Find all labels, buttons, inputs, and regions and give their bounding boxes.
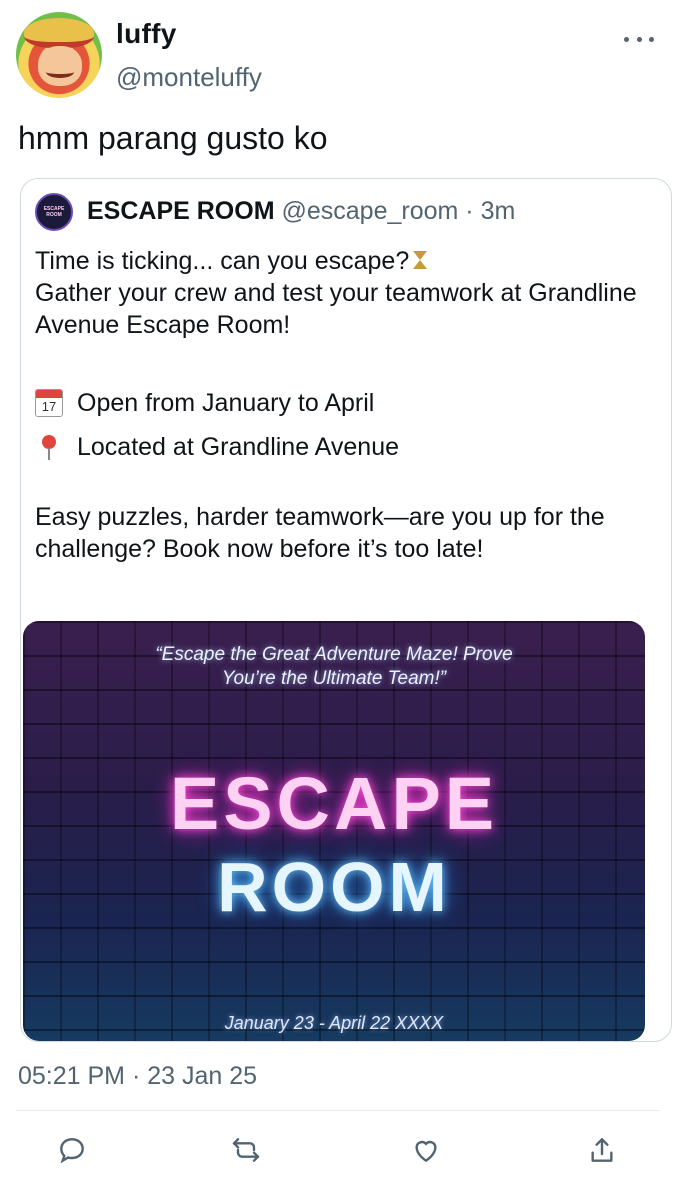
calendar-icon-number: 17 [41, 399, 57, 414]
poster-tagline-2: You’re the Ultimate Team!” [221, 668, 447, 689]
avatar-smile [46, 66, 74, 78]
quoted-line-3: Easy puzzles, harder teamwork—are you up… [35, 503, 605, 563]
divider [16, 1110, 660, 1111]
poster-image[interactable]: “Escape the Great Adventure Maze! Prove … [23, 621, 645, 1041]
bullet-location: Located at Grandline Avenue [35, 425, 655, 469]
hourglass-icon [413, 249, 428, 271]
bullet-dates: 17 Open from January to April [35, 381, 655, 425]
quoted-handle: @escape_room [281, 197, 459, 225]
avatar-hat [24, 18, 94, 48]
tweet-page: luffy @monteluffy hmm parang gusto ko ES… [0, 0, 676, 1200]
quoted-time: 3m [480, 197, 516, 225]
poster-tagline: “Escape the Great Adventure Maze! Prove … [23, 643, 645, 691]
tweet-text: hmm parang gusto ko [18, 120, 328, 156]
quoted-line-2: Gather your crew and test your teamwork … [35, 279, 637, 339]
quoted-separator: · [458, 197, 481, 225]
poster-title-room: ROOM [217, 848, 451, 926]
bullet-dates-text: Open from January to April [77, 389, 375, 417]
share-icon[interactable] [582, 1130, 622, 1170]
retweet-icon[interactable] [226, 1130, 266, 1170]
tweet-timestamp[interactable]: 05:21 PM · 23 Jan 25 [18, 1062, 257, 1091]
bullet-location-text: Located at Grandline Avenue [77, 433, 400, 461]
poster-title-escape: ESCAPE [169, 762, 499, 845]
quoted-line-1: Time is ticking... can you escape? [35, 247, 410, 275]
poster-tagline-1: “Escape the Great Adventure Maze! Prove [155, 644, 513, 665]
quoted-header: ESCAPE ROOM @escape_room · 3m [87, 197, 515, 226]
pin-icon [35, 433, 63, 461]
user-avatar[interactable] [16, 12, 102, 98]
quoted-avatar[interactable]: ESCAPE ROOM [35, 193, 73, 231]
quoted-name: ESCAPE ROOM [87, 197, 275, 225]
user-handle[interactable]: @monteluffy [116, 62, 262, 93]
more-options-icon[interactable] [624, 34, 654, 44]
calendar-icon: 17 [35, 389, 63, 417]
like-icon[interactable] [406, 1130, 446, 1170]
poster-dates: January 23 - April 22 XXXX [224, 1013, 444, 1033]
quoted-avatar-text-2: ROOM [46, 212, 62, 218]
display-name[interactable]: luffy [116, 18, 177, 50]
quoted-body: Time is ticking... can you escape? Gathe… [35, 245, 655, 565]
reply-icon[interactable] [52, 1130, 92, 1170]
quoted-tweet[interactable]: ESCAPE ROOM ESCAPE ROOM @escape_room · 3… [20, 178, 672, 1042]
